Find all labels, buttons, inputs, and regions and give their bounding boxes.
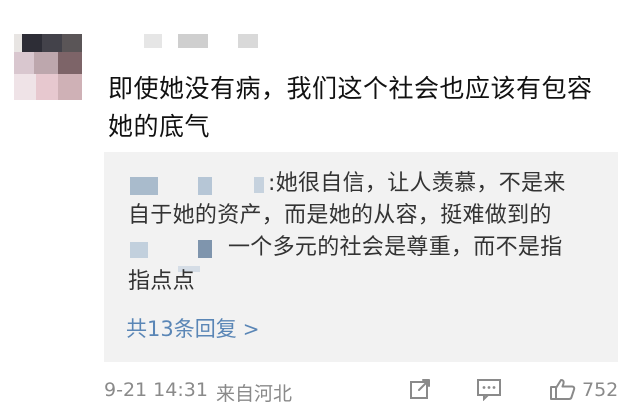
- comment-line-1: 即使她没有病，我们这个社会也应该有包容: [108, 74, 593, 103]
- reply-line-4: 指点点: [128, 269, 195, 294]
- comment-icon[interactable]: [476, 377, 502, 402]
- chevron-right-icon: >: [242, 317, 260, 341]
- like-icon[interactable]: [548, 377, 578, 401]
- reply-line-3: 一个多元的社会是尊重，而不是指: [228, 235, 563, 260]
- reply-line-2: 自于她的资产，而是她的从容，挺难做到的: [128, 203, 552, 228]
- comment-body: 即使她没有病，我们这个社会也应该有包容 她的底气: [108, 70, 628, 146]
- reply-preview-box[interactable]: :她很自信，让人羡慕，不是来 自于她的资产，而是她的从容，挺难做到的 一个多元的…: [104, 152, 618, 362]
- comment-footer: 9-21 14:31 来自河北 752: [104, 375, 624, 403]
- reply-username-mask: [254, 177, 264, 193]
- view-all-replies-link[interactable]: 共13条回复 >: [126, 313, 260, 343]
- username-obscured[interactable]: [120, 28, 280, 50]
- reply-username-mask: [130, 177, 158, 195]
- reply-username-mask: [198, 240, 212, 258]
- share-icon[interactable]: [408, 377, 434, 401]
- reply-username-mask: [198, 177, 212, 195]
- view-all-replies-label: 共13条回复: [126, 317, 237, 341]
- location-label: 来自河北: [216, 383, 293, 403]
- like-count: 752: [582, 379, 619, 401]
- avatar[interactable]: [14, 34, 82, 100]
- reply-line-1: :她很自信，让人羡慕，不是来: [268, 171, 566, 196]
- comment-screen: 即使她没有病，我们这个社会也应该有包容 她的底气 :她很自信，让人羡慕，不是来 …: [0, 0, 640, 403]
- reply-username-mask: [130, 242, 148, 258]
- comment-line-2: 她的底气: [108, 112, 211, 141]
- timestamp: 9-21 14:31: [104, 379, 208, 401]
